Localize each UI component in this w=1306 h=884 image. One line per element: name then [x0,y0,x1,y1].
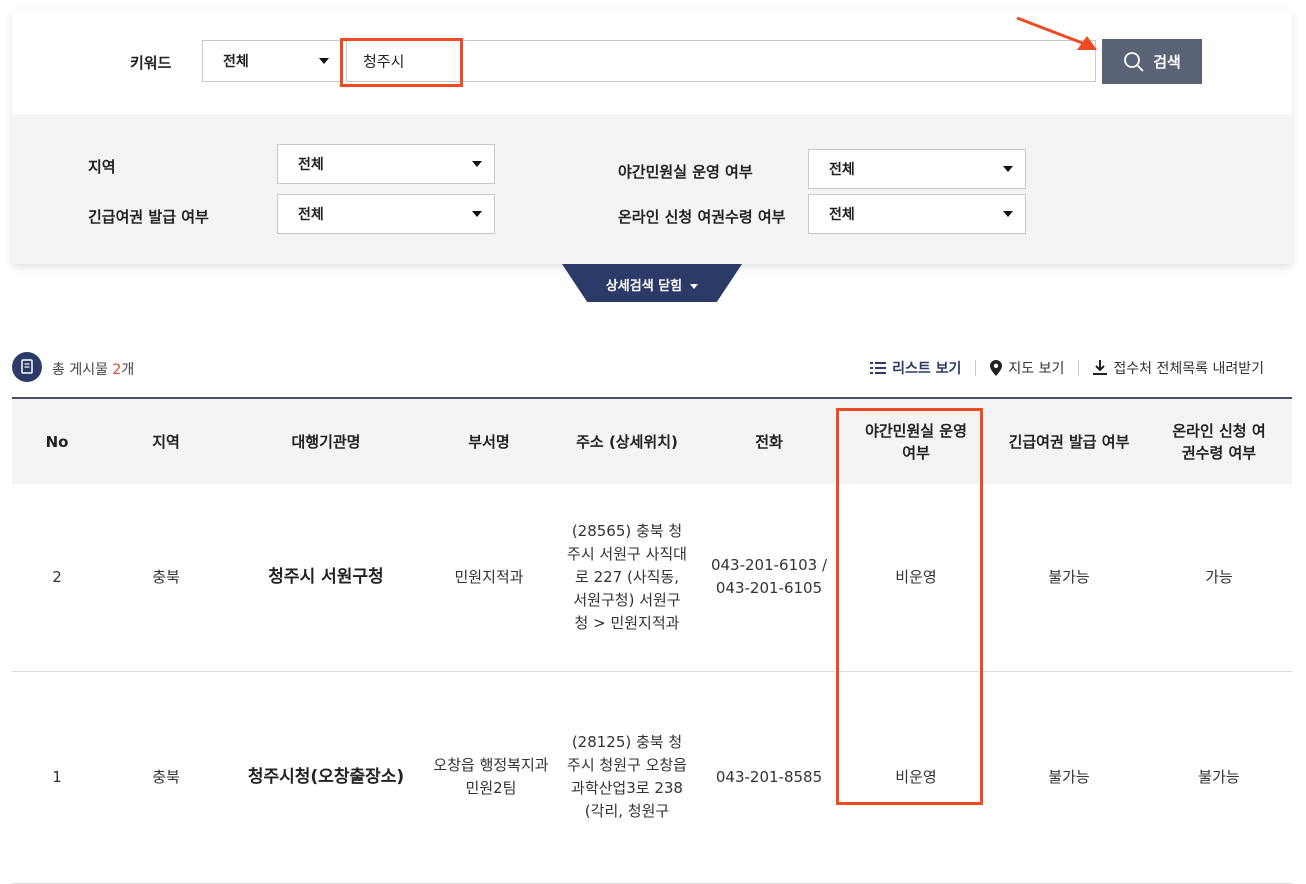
chevron-down-icon [690,284,699,289]
col-address: 주소 (상세위치) [556,397,698,484]
cell-address: (28125) 충북 청주시 청원구 오창읍 과학산업3로 238 (각리, 청… [556,671,698,884]
region-select[interactable]: 전체 [277,144,495,184]
night-office-label: 야간민원실 운영 여부 [618,163,753,181]
keyword-scope-value: 전체 [223,54,249,70]
download-label: 접수처 전체목록 내려받기 [1113,361,1264,377]
cell-phone: 043-201-8585 [698,671,840,884]
col-phone: 전화 [698,397,840,484]
arrow-annotation-icon [1016,16,1097,50]
cell-online: 불가능 [1146,671,1292,884]
online-receipt-label: 온라인 신청 여권수령 여부 [618,208,786,226]
download-link[interactable]: 접수처 전체목록 내려받기 [1079,358,1278,378]
cell-address: (28565) 충북 청주시 서원구 사직대로 227 (사직동, 서원구청) … [556,484,698,672]
keyword-label: 키워드 [130,54,172,72]
night-office-select[interactable]: 전체 [808,149,1026,189]
region-select-value: 전체 [298,157,324,173]
download-icon [1093,360,1108,375]
cell-dept: 오창읍 행정복지과 민원2팀 [422,671,556,884]
chevron-down-icon [472,161,482,167]
map-pin-icon [990,360,1003,376]
toggle-tab-label: 상세검색 닫힘 [605,279,683,294]
col-agency: 대행기관명 [230,397,422,484]
keyword-highlight-box [340,38,463,87]
detail-search-panel [12,114,1292,264]
cell-address-text: (28565) 충북 청주시 서원구 사직대로 227 (사직동, 서원구청) … [567,521,687,632]
cell-no: 2 [12,484,102,672]
table-row[interactable]: 1 충북 청주시청(오창출장소) 오창읍 행정복지과 민원2팀 (28125) … [12,671,1292,884]
list-view-link[interactable]: 리스트 보기 [856,358,975,378]
cell-phone-text: 043-201-6103 / 043-201-6105 [710,556,828,598]
count-number: 2 [112,362,122,378]
cell-region: 충북 [102,671,230,884]
night-office-select-value: 전체 [829,162,855,178]
list-view-label: 리스트 보기 [892,361,962,377]
cell-phone: 043-201-6103 / 043-201-6105 [698,484,840,672]
emergency-select[interactable]: 전체 [277,194,495,234]
count-prefix: 총 게시물 [52,362,113,378]
cell-region: 충북 [102,484,230,672]
emergency-select-value: 전체 [298,207,324,223]
table-row[interactable]: 2 충북 청주시 서원구청 민원지적과 (28565) 충북 청주시 서원구 사… [12,484,1292,672]
chevron-down-icon [319,58,329,64]
chevron-down-icon [472,211,482,217]
agency-table: No 지역 대행기관명 부서명 주소 (상세위치) 전화 야간민원실 운영 여부… [12,397,1292,884]
chevron-down-icon [1003,211,1013,217]
count-suffix: 개 [121,362,135,378]
document-glyph [21,359,33,374]
map-view-label: 지도 보기 [1008,361,1065,377]
cell-emergency: 불가능 [992,484,1146,672]
cell-online: 가능 [1146,484,1292,672]
search-icon [1124,51,1144,72]
col-dept: 부서명 [422,397,556,484]
online-receipt-select-value: 전체 [829,207,855,223]
total-count: 총 게시물 2개 [52,359,134,379]
detail-search-toggle[interactable]: 상세검색 닫힘 [562,264,742,302]
cell-agency[interactable]: 청주시청(오창출장소) [230,671,422,884]
col-emergency: 긴급여권 발급 여부 [992,397,1146,484]
cell-dept-text: 오창읍 행정복지과 민원2팀 [433,756,549,797]
map-view-link[interactable]: 지도 보기 [976,358,1078,378]
view-options: 리스트 보기 지도 보기 접수처 전체목록 내려받기 [856,358,1278,378]
search-button-label: 검색 [1153,53,1181,71]
keyword-scope-select[interactable]: 전체 [202,40,342,82]
online-receipt-select[interactable]: 전체 [808,194,1026,234]
cell-agency[interactable]: 청주시 서원구청 [230,484,422,672]
col-no: No [12,397,102,484]
search-button[interactable]: 검색 [1102,39,1202,84]
document-icon [12,352,42,382]
chevron-down-icon [1003,166,1013,172]
cell-emergency: 불가능 [992,671,1146,884]
region-label: 지역 [88,158,116,176]
list-icon [870,362,887,374]
toggle-tab-text: 상세검색 닫힘 [562,275,742,294]
night-office-highlight-box [836,408,983,805]
col-online: 온라인 신청 여권수령 여부 [1146,397,1292,484]
table-header-row: No 지역 대행기관명 부서명 주소 (상세위치) 전화 야간민원실 운영 여부… [12,397,1292,484]
cell-address-text: (28125) 충북 청주시 청원구 오창읍 과학산업3로 238 (각리, 청… [567,733,687,820]
col-online-label: 온라인 신청 여권수령 여부 [1172,421,1266,462]
emergency-label: 긴급여권 발급 여부 [88,208,209,226]
col-region: 지역 [102,397,230,484]
cell-no: 1 [12,671,102,884]
cell-dept: 민원지적과 [422,484,556,672]
